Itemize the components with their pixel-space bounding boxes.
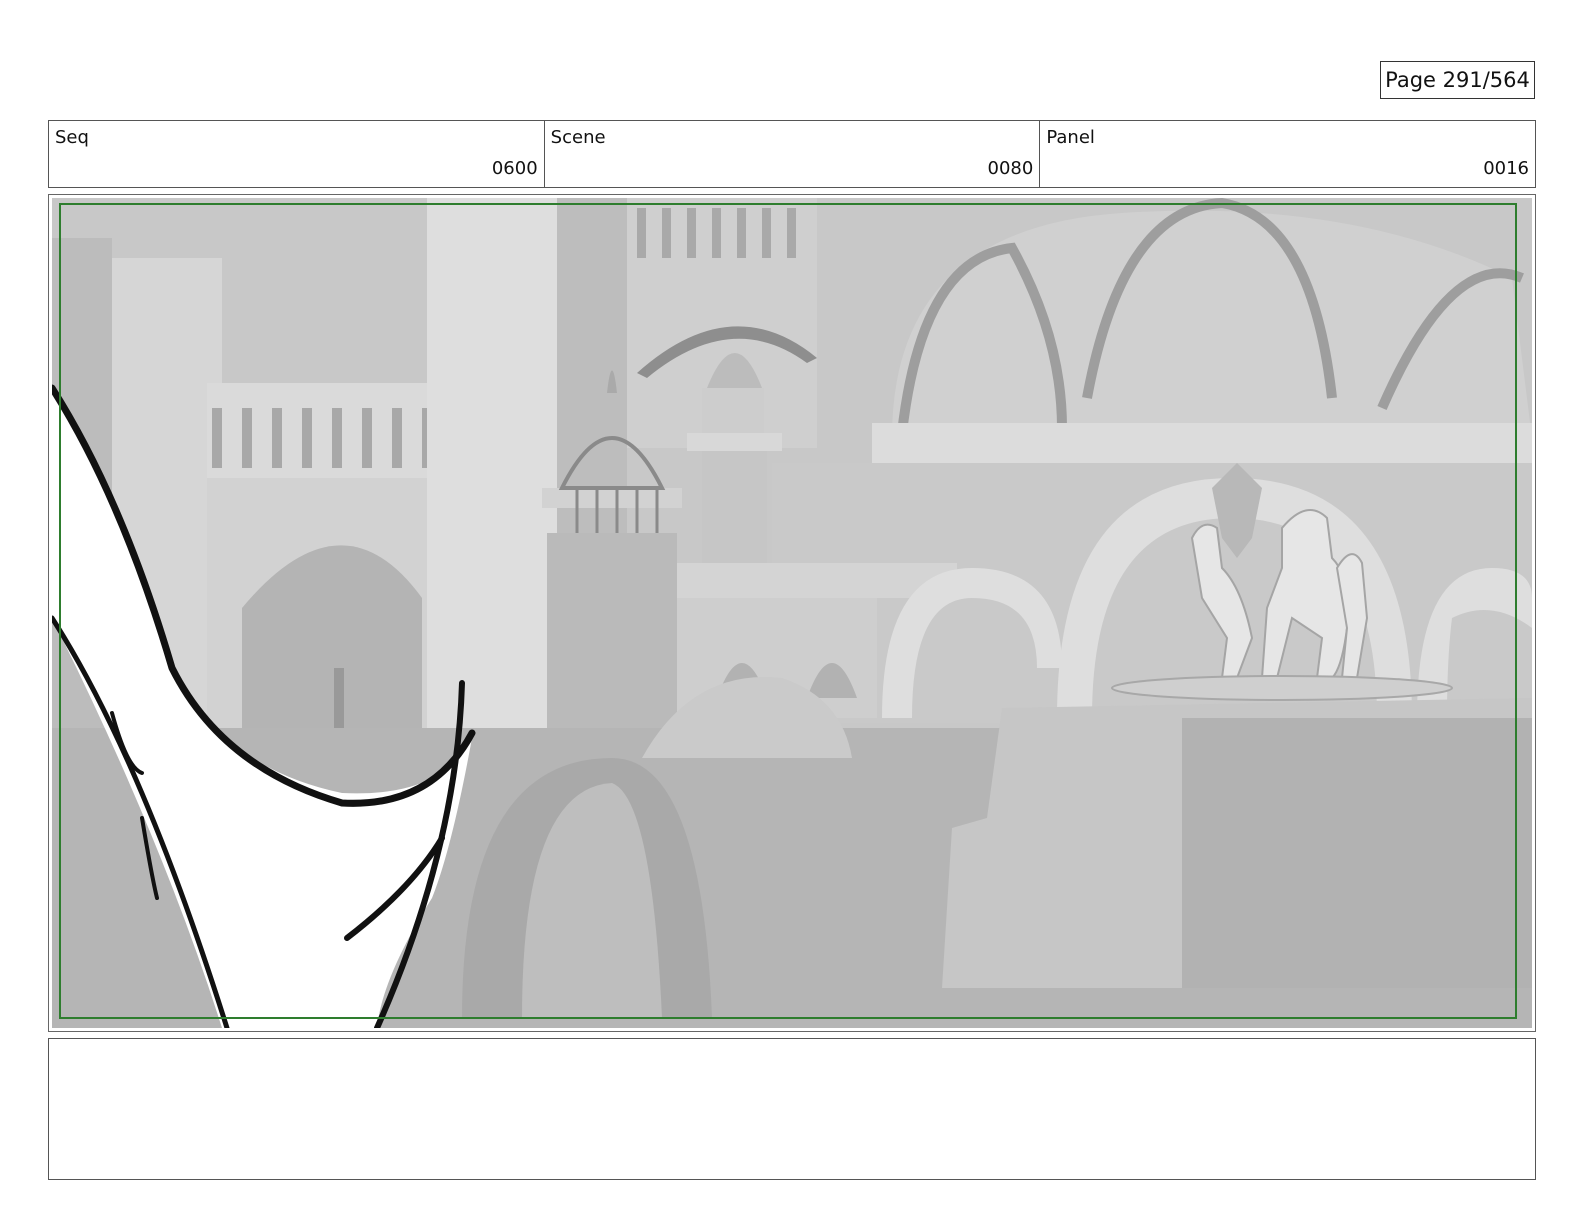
storyboard-panel-image <box>52 198 1532 1028</box>
distant-figure <box>334 668 344 728</box>
seq-cell: Seq 0600 <box>49 121 545 187</box>
minaret-upper <box>702 388 764 433</box>
seq-label: Seq <box>55 127 89 148</box>
panel-notes <box>48 1038 1536 1180</box>
minaret-balcony <box>687 433 782 451</box>
panel-label: Panel <box>1046 127 1095 148</box>
panel-value: 0016 <box>1483 158 1530 179</box>
scene-label: Scene <box>550 127 606 148</box>
pedestal-shade <box>1182 718 1532 988</box>
palace-cornice <box>872 423 1532 463</box>
statue-plinth <box>1111 675 1453 701</box>
lantern-tower-base <box>547 533 677 743</box>
panel-cell: Panel 0016 <box>1040 121 1535 187</box>
scene-value: 0080 <box>987 158 1034 179</box>
page-number: Page 291/564 <box>1380 61 1535 99</box>
lantern-tower-ring <box>542 488 682 508</box>
tall-wall <box>427 198 557 758</box>
panel-header: Seq 0600 Scene 0080 Panel 0016 <box>48 120 1536 188</box>
storyboard-panel <box>48 194 1536 1032</box>
seq-value: 0600 <box>491 158 538 179</box>
scene-cell: Scene 0080 <box>545 121 1041 187</box>
